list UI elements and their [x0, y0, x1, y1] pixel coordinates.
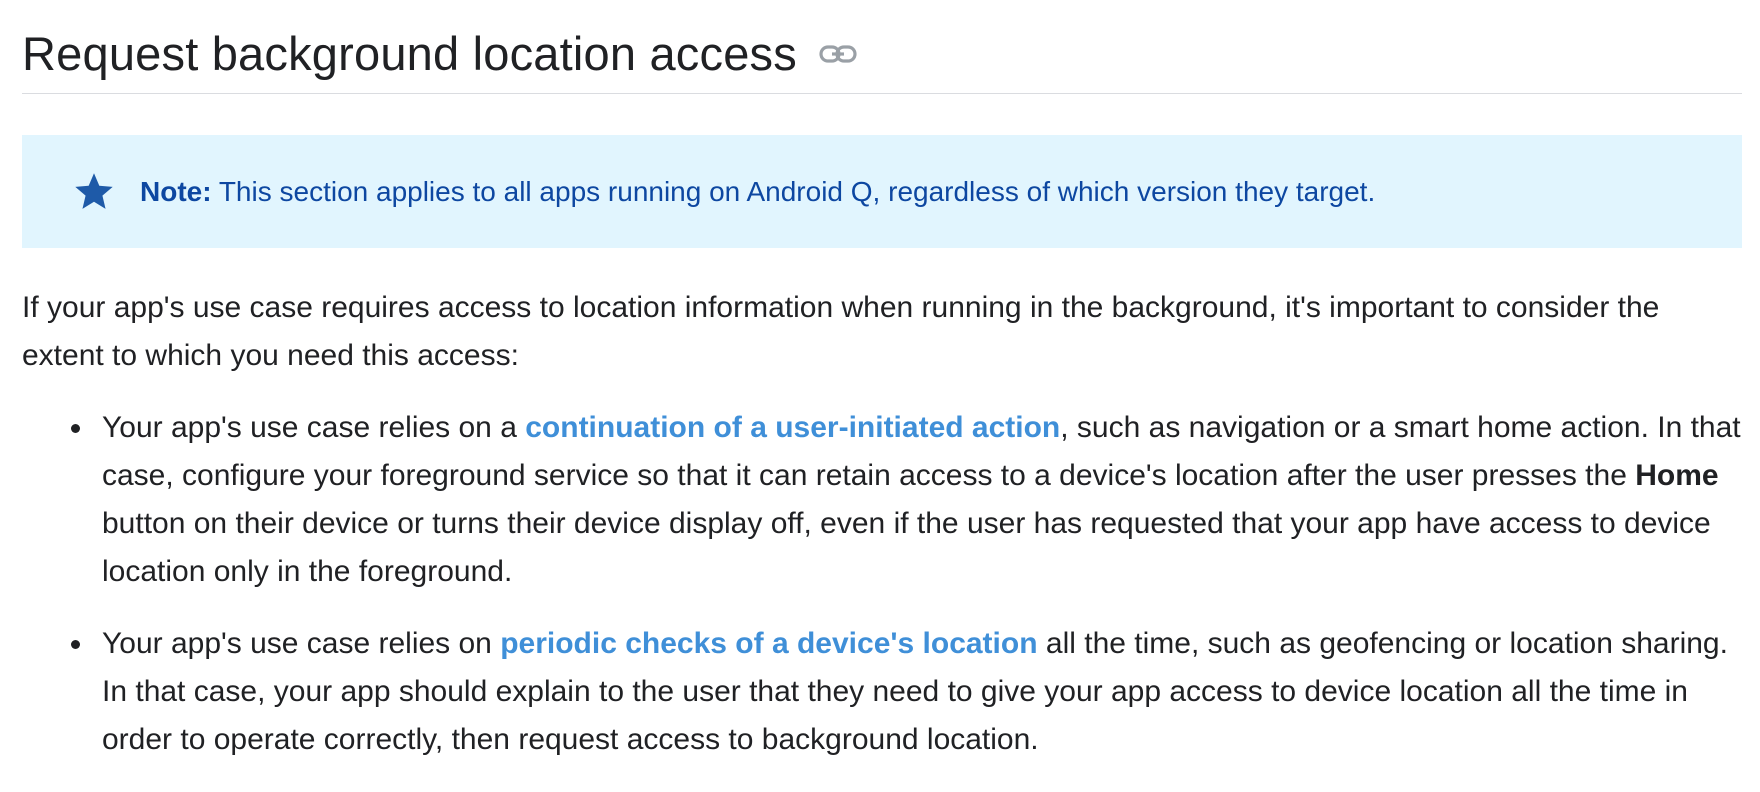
- section-heading: Request background location access: [22, 0, 1742, 94]
- note-callout: Note: This section applies to all apps r…: [22, 135, 1742, 248]
- link-icon-glyph: [819, 44, 857, 63]
- home-button-label: Home: [1635, 459, 1719, 492]
- star-icon: [72, 170, 116, 214]
- note-body: This section applies to all apps running…: [211, 175, 1376, 207]
- bullet-text-before: Your app's use case relies on: [102, 627, 501, 660]
- note-text: Note: This section applies to all apps r…: [140, 176, 1375, 208]
- section-title: Request background location access: [22, 27, 797, 80]
- list-item: Your app's use case relies on a continua…: [71, 404, 1742, 596]
- doc-page: Request background location access Note:…: [22, 0, 1742, 788]
- list-item: Your app's use case relies on periodic c…: [71, 620, 1742, 764]
- intro-paragraph: If your app's use case requires access t…: [22, 291, 1660, 372]
- link-icon[interactable]: [817, 33, 859, 75]
- periodic-checks-link[interactable]: periodic checks of a device's location: [500, 627, 1037, 660]
- continuation-link[interactable]: continuation of a user-initiated action: [525, 411, 1060, 444]
- use-case-list: Your app's use case relies on a continua…: [22, 404, 1742, 764]
- bullet-text-before: Your app's use case relies on a: [102, 411, 526, 444]
- bullet-text-end: button on their device or turns their de…: [102, 507, 1711, 588]
- note-label: Note:: [140, 175, 212, 207]
